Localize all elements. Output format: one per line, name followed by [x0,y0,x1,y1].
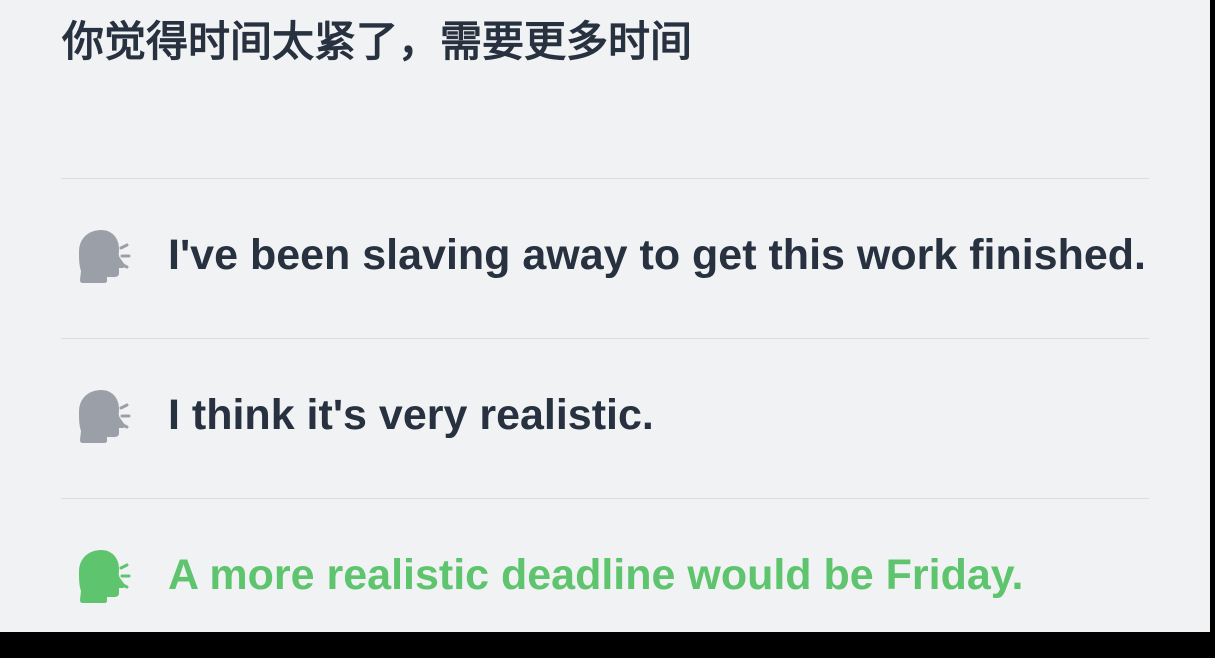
answer-option-3[interactable]: A more realistic deadline would be Frida… [61,499,1149,658]
speaking-head-icon [79,390,131,443]
answer-option-text: I think it's very realistic. [168,391,654,439]
answer-option-2[interactable]: I think it's very realistic. [61,339,1149,499]
answer-option-1[interactable]: I've been slaving away to get this work … [61,179,1149,339]
answer-option-text: I've been slaving away to get this work … [168,231,1146,279]
prompt-text: 你觉得时间太紧了，需要更多时间 [62,17,693,66]
speaking-head-icon [79,550,131,603]
answer-option-text: A more realistic deadline would be Frida… [168,551,1024,599]
speaking-head-icon [79,230,131,283]
exercise-panel: 你觉得时间太紧了，需要更多时间 I've been slaving away t… [0,0,1210,632]
answer-options: I've been slaving away to get this work … [61,178,1149,658]
